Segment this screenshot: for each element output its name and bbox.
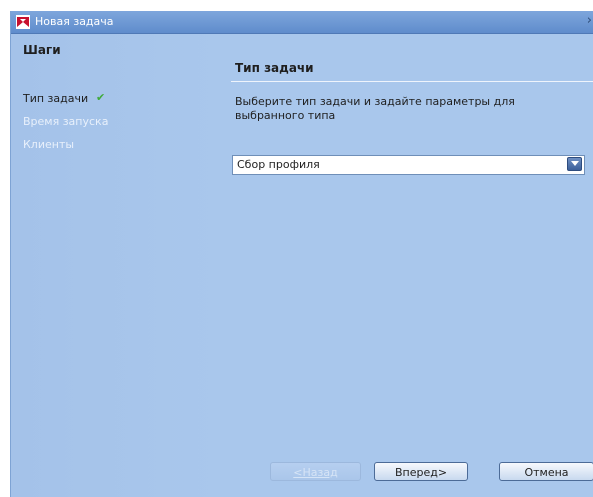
new-task-dialog: Новая задача › Шаги Тип задачи ✔ Время з… [10, 11, 593, 497]
steps-pane: Шаги Тип задачи ✔ Время запуска Клиенты [11, 34, 219, 497]
section-divider [231, 81, 593, 82]
app-logo-icon [16, 15, 30, 29]
task-type-selected-value: Сбор профиля [237, 158, 320, 171]
chevron-down-icon [571, 161, 579, 166]
back-button: <Назад [270, 462, 361, 481]
next-button[interactable]: Вперед> [374, 462, 468, 481]
back-button-label: <Назад [293, 466, 338, 479]
checkmark-icon: ✔ [96, 91, 106, 104]
step-clients: Клиенты [23, 138, 75, 151]
cancel-button[interactable]: Отмена [499, 462, 593, 481]
section-description: Выберите тип задачи и задайте параметры … [235, 95, 515, 122]
section-title: Тип задачи [235, 61, 314, 75]
step-task-type[interactable]: Тип задачи [23, 92, 88, 105]
step-start-time: Время запуска [23, 115, 109, 128]
close-icon[interactable]: › [587, 14, 592, 28]
title-bar[interactable]: Новая задача › [11, 11, 593, 34]
dropdown-arrow-icon[interactable] [567, 157, 582, 171]
task-type-select[interactable]: Сбор профиля [232, 155, 585, 175]
steps-title: Шаги [23, 43, 61, 57]
window-title: Новая задача [35, 15, 114, 28]
